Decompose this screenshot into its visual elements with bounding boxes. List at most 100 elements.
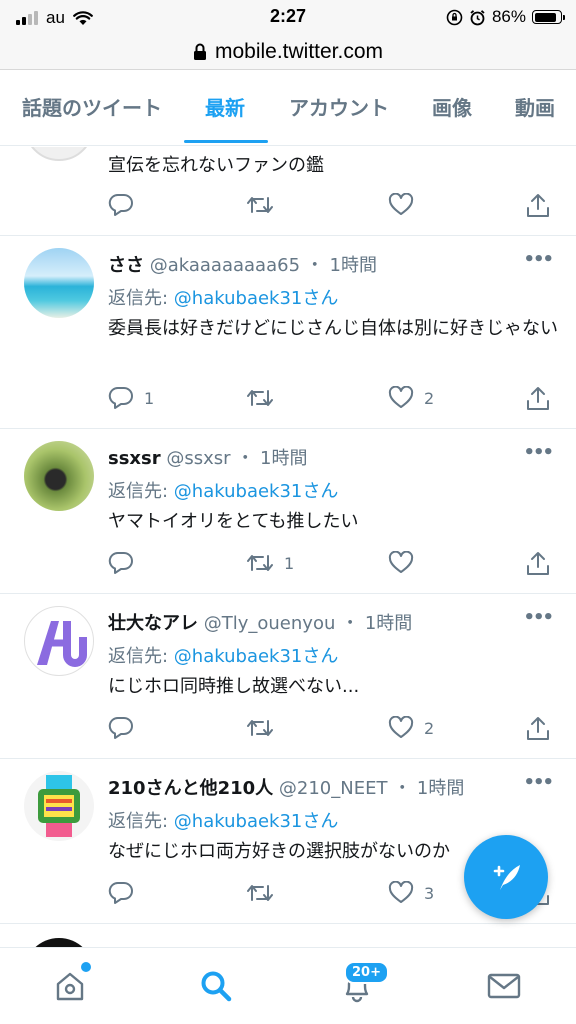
share-icon — [527, 387, 549, 410]
tweet-header: ssxsr @ssxsr ・ 1時間 — [108, 444, 307, 470]
share-button[interactable] — [526, 386, 550, 412]
tab-videos[interactable]: 動画 — [515, 92, 555, 121]
tab-accounts[interactable]: アカウント — [289, 92, 389, 121]
more-icon[interactable]: ••• — [523, 442, 553, 463]
battery-percent: 86% — [491, 7, 526, 26]
share-button[interactable] — [526, 193, 550, 219]
tweet-item[interactable]: ssxsr @ssxsr ・ 1時間 ••• 返信先: @hakubaek31さ… — [0, 429, 576, 594]
like-count: 2 — [424, 718, 435, 738]
like-icon — [388, 881, 414, 903]
tweet-actions: 1 2 — [108, 386, 552, 414]
home-new-indicator — [81, 962, 91, 972]
like-icon — [388, 193, 414, 215]
reply-icon — [108, 193, 133, 216]
avatar-watch-image — [38, 775, 80, 837]
search-icon — [201, 971, 232, 1002]
retweet-icon — [247, 555, 273, 571]
address-bar[interactable]: mobile.twitter.com — [0, 34, 576, 70]
alarm-icon — [470, 9, 485, 25]
user-name[interactable]: 壮大なアレ — [108, 613, 198, 634]
reply-count: 1 — [144, 388, 155, 408]
status-right: 86% — [446, 7, 565, 27]
avatar[interactable] — [24, 441, 94, 511]
user-name[interactable]: ささ — [108, 255, 144, 276]
share-button[interactable] — [526, 551, 550, 577]
tweet-header: ささ @akaaaaaaaa65 ・ 1時間 — [108, 251, 377, 277]
like-count: 2 — [424, 388, 435, 408]
reply-mention[interactable]: @hakubaek31さん — [174, 481, 339, 502]
compose-tweet-button[interactable] — [464, 835, 548, 919]
reply-button[interactable] — [108, 881, 144, 905]
retweet-button[interactable] — [246, 386, 284, 410]
compose-icon — [493, 865, 520, 890]
reply-mention[interactable]: @hakubaek31さん — [174, 646, 339, 667]
like-button[interactable]: 2 — [388, 716, 434, 740]
active-tab-indicator — [184, 140, 268, 143]
avatar[interactable] — [24, 147, 94, 161]
home-icon — [56, 972, 84, 1001]
share-button[interactable] — [526, 716, 550, 742]
reply-mention[interactable]: @hakubaek31さん — [174, 811, 339, 832]
tweet-text: 宣伝を忘れないファンの鑑 — [108, 155, 324, 176]
tweet-time[interactable]: 1時間 — [417, 778, 464, 799]
reply-context: 返信先: @hakubaek31さん — [108, 477, 338, 503]
nav-search[interactable] — [196, 966, 236, 1006]
reply-icon — [108, 551, 133, 574]
reply-button[interactable] — [108, 551, 144, 575]
tweet-item[interactable]: ささ @akaaaaaaaa65 ・ 1時間 ••• 返信先: @hakubae… — [0, 236, 576, 429]
tweet-text: にじホロ同時推し故選べない... — [108, 676, 360, 697]
avatar[interactable] — [24, 938, 94, 947]
retweet-button[interactable] — [246, 881, 284, 905]
tweet-text: 委員長は好きだけどにじさんじ自体は別に好きじゃない — [108, 318, 558, 339]
lock-icon — [193, 43, 206, 60]
tweet-actions: 2 — [108, 716, 552, 744]
nav-messages[interactable] — [484, 966, 524, 1006]
tweet-time[interactable]: 1時間 — [260, 448, 307, 469]
reply-prefix: 返信先: — [108, 646, 174, 667]
like-icon — [388, 716, 414, 738]
tab-latest[interactable]: 最新 — [205, 92, 245, 121]
tweet-header: 壮大なアレ @Tly_ouenyou ・ 1時間 — [108, 609, 412, 635]
avatar[interactable] — [24, 248, 94, 318]
reply-icon — [108, 881, 133, 904]
user-handle[interactable]: @ssxsr — [166, 448, 230, 469]
nav-home[interactable] — [50, 966, 90, 1006]
user-handle[interactable]: @Tly_ouenyou — [204, 613, 336, 634]
user-handle[interactable]: @210_NEET — [279, 778, 388, 799]
avatar[interactable] — [24, 771, 94, 841]
avatar[interactable] — [24, 606, 94, 676]
user-handle[interactable]: @akaaaaaaaa65 — [150, 255, 300, 276]
like-button[interactable] — [388, 551, 424, 575]
like-button[interactable] — [388, 193, 424, 217]
rotation-lock-icon — [446, 9, 463, 25]
user-name[interactable]: 210さんと他210人 — [108, 778, 273, 799]
tab-top[interactable]: 話題のツイート — [22, 92, 162, 121]
tweet-item[interactable] — [0, 924, 576, 947]
separator: ・ — [236, 448, 255, 469]
retweet-icon — [247, 720, 273, 736]
retweet-icon — [247, 197, 273, 213]
like-button[interactable]: 2 — [388, 386, 434, 410]
retweet-button[interactable]: 1 — [246, 551, 294, 575]
tweet-item[interactable]: 宣伝を忘れないファンの鑑 — [0, 147, 576, 236]
retweet-button[interactable] — [246, 193, 284, 217]
reply-button[interactable] — [108, 716, 144, 740]
reply-mention[interactable]: @hakubaek31さん — [174, 288, 339, 309]
more-icon[interactable]: ••• — [523, 772, 553, 793]
tweet-time[interactable]: 1時間 — [330, 255, 377, 276]
like-icon — [388, 386, 414, 408]
tweet-time[interactable]: 1時間 — [365, 613, 412, 634]
retweet-button[interactable] — [246, 716, 284, 740]
tab-images[interactable]: 画像 — [432, 92, 472, 121]
retweet-icon — [247, 390, 273, 406]
more-icon[interactable]: ••• — [523, 607, 553, 628]
reply-button[interactable] — [108, 193, 144, 217]
like-button[interactable]: 3 — [388, 881, 434, 905]
more-icon[interactable]: ••• — [523, 249, 553, 270]
bottom-nav: 20+ — [0, 947, 576, 1024]
reply-button[interactable]: 1 — [108, 386, 154, 410]
share-icon — [527, 717, 549, 740]
tweet-item[interactable]: 壮大なアレ @Tly_ouenyou ・ 1時間 ••• 返信先: @hakub… — [0, 594, 576, 759]
mail-icon — [487, 973, 521, 999]
user-name[interactable]: ssxsr — [108, 448, 161, 469]
